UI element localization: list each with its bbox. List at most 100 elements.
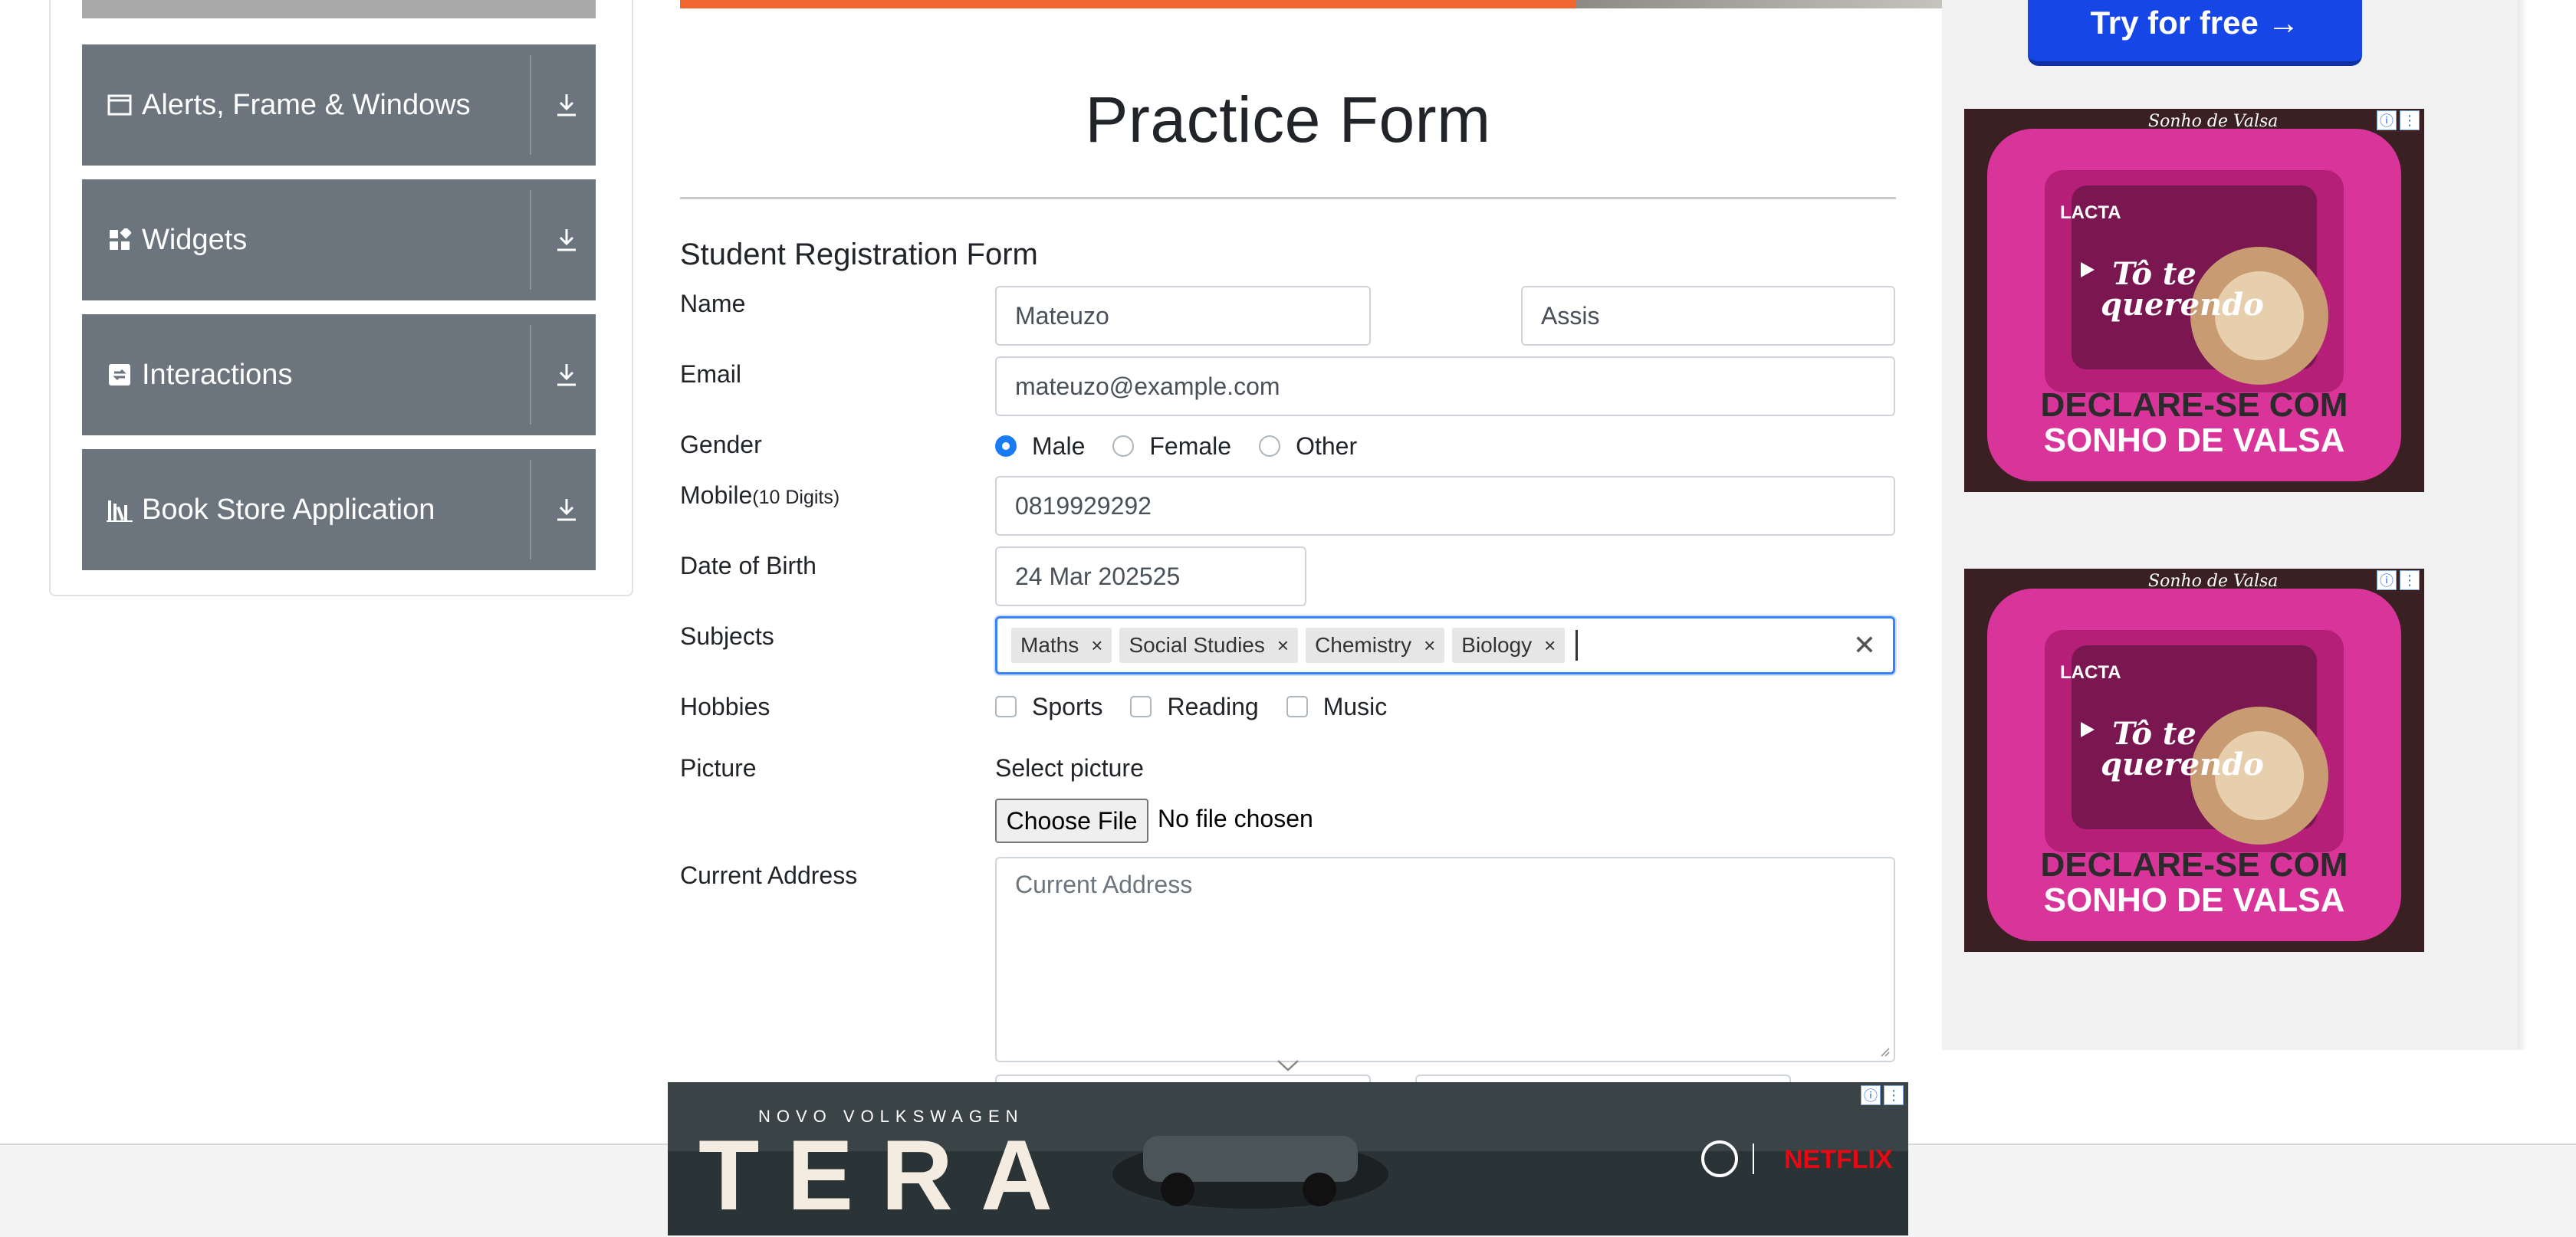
subject-chip: Biology × — [1452, 628, 1566, 663]
hobby-sports-label[interactable]: Sports — [1032, 693, 1102, 721]
chocolate-ad-2[interactable]: Sonho de Valsa LACTA Tô te querendo DECL… — [1964, 569, 2424, 952]
gender-radio-group: Male Female Other — [995, 428, 1385, 464]
bottom-banner-ad[interactable]: NOVO VOLKSWAGEN TERA NETFLIX ⓘ ⋮ — [668, 1082, 1908, 1235]
ad-maker: LACTA — [2060, 662, 2121, 683]
remove-chip-icon[interactable]: × — [1273, 628, 1298, 663]
select-picture-label: Select picture — [995, 754, 1144, 782]
ad-model-name: TERA — [698, 1119, 1080, 1231]
hobby-music-checkbox[interactable] — [1286, 696, 1308, 717]
download-icon[interactable] — [551, 179, 582, 300]
hobbies-label: Hobbies — [680, 693, 770, 720]
hobby-music-label[interactable]: Music — [1323, 693, 1388, 721]
last-name-value: Assis — [1541, 301, 1600, 330]
divider — [530, 460, 531, 559]
widgets-icon — [107, 227, 133, 253]
hobby-reading-checkbox[interactable] — [1130, 696, 1152, 717]
subject-chip: Chemistry × — [1306, 628, 1445, 663]
ad-slogan: Tô te querendo — [2101, 256, 2264, 323]
hobby-reading-label[interactable]: Reading — [1167, 693, 1258, 721]
gender-female-radio[interactable] — [1112, 435, 1135, 457]
subject-chip-label: Maths — [1020, 633, 1079, 657]
hobby-sports-checkbox[interactable] — [995, 696, 1017, 717]
email-input[interactable]: mateuzo@example.com — [995, 356, 1895, 416]
chevron-down-icon — [1277, 1060, 1299, 1071]
sidebar-item-alerts-frame-windows[interactable]: Alerts, Frame & Windows — [82, 44, 596, 166]
mobile-label-text: Mobile — [680, 481, 753, 509]
ad-maker: LACTA — [2060, 202, 2121, 223]
top-banner-strip — [680, 0, 1576, 8]
sidebar-collapsed-item[interactable] — [82, 0, 596, 18]
info-icon[interactable]: ⓘ — [2377, 570, 2397, 590]
dob-label: Date of Birth — [680, 552, 816, 579]
file-status: No file chosen — [1158, 805, 1313, 832]
email-label: Email — [680, 360, 742, 388]
download-icon[interactable] — [551, 449, 582, 570]
subjects-label: Subjects — [680, 622, 774, 650]
download-icon[interactable] — [551, 44, 582, 166]
more-icon[interactable]: ⋮ — [2400, 570, 2420, 590]
gender-female-label[interactable]: Female — [1149, 432, 1231, 461]
ad-choices-badge[interactable]: ⓘ ⋮ — [1861, 1085, 1904, 1105]
dob-input[interactable]: 24 Mar 202525 — [995, 546, 1306, 606]
current-address-label: Current Address — [680, 861, 858, 889]
ad-choices-badge[interactable]: ⓘ ⋮ — [2377, 110, 2420, 130]
first-name-input[interactable]: Mateuzo — [995, 286, 1371, 346]
ad-brand: Sonho de Valsa — [2148, 572, 2279, 591]
interactions-icon — [107, 362, 133, 388]
resize-grip-icon[interactable] — [1878, 1045, 1891, 1058]
current-address-placeholder: Current Address — [1015, 871, 1193, 898]
ad-partner: NETFLIX — [1784, 1145, 1893, 1174]
subject-chip: Maths × — [1011, 628, 1112, 663]
ad-headline-2: SONHO DE VALSA — [2043, 422, 2345, 459]
gender-male-label[interactable]: Male — [1032, 432, 1085, 461]
gender-other-label[interactable]: Other — [1296, 432, 1357, 461]
sidebar-item-label: Interactions — [142, 358, 293, 391]
sidebar-item-label: Widgets — [142, 223, 248, 256]
gender-male-radio[interactable] — [995, 435, 1017, 457]
page-title: Practice Form — [1085, 84, 1491, 156]
form-heading: Student Registration Form — [680, 238, 1038, 271]
ad-headline: DECLARE-SE COM — [2040, 846, 2348, 884]
email-value: mateuzo@example.com — [1015, 372, 1280, 400]
ad-brand: Sonho de Valsa — [2148, 112, 2279, 131]
chocolate-ad[interactable]: Sonho de Valsa LACTA Tô te querendo DECL… — [1964, 109, 2424, 492]
subjects-input[interactable]: Maths × Social Studies × Chemistry × Biolog… — [995, 616, 1895, 674]
last-name-input[interactable]: Assis — [1521, 286, 1895, 346]
title-divider — [680, 197, 1896, 199]
subject-chip-label: Biology — [1461, 633, 1533, 657]
ad-slogan: Tô te querendo — [2101, 716, 2264, 783]
info-icon[interactable]: ⓘ — [1861, 1085, 1881, 1105]
remove-chip-icon[interactable]: × — [1086, 628, 1112, 663]
subject-chip-label: Social Studies — [1129, 633, 1265, 657]
mobile-label: Mobile(10 Digits) — [680, 481, 840, 510]
sidebar-item-interactions[interactable]: Interactions — [82, 314, 596, 435]
more-icon[interactable]: ⋮ — [1884, 1085, 1904, 1105]
ad-headline-2: SONHO DE VALSA — [2043, 881, 2345, 919]
info-icon[interactable]: ⓘ — [2377, 110, 2397, 130]
mobile-hint: (10 Digits) — [752, 487, 840, 508]
sidebar-item-widgets[interactable]: Widgets — [82, 179, 596, 300]
remove-chip-icon[interactable]: × — [1539, 628, 1565, 663]
picture-label: Picture — [680, 754, 757, 782]
gender-other-radio[interactable] — [1259, 435, 1281, 457]
mobile-input[interactable]: 0819929292 — [995, 476, 1895, 536]
text-caret — [1576, 630, 1579, 661]
divider — [530, 55, 531, 155]
current-address-textarea[interactable]: Current Address — [995, 857, 1895, 1062]
bookstore-icon — [107, 497, 133, 523]
clear-all-icon[interactable]: ✕ — [1853, 618, 1876, 672]
sidebar-item-label: Book Store Application — [142, 493, 435, 526]
window-icon — [107, 92, 133, 118]
sidebar-item-book-store-application[interactable]: Book Store Application — [82, 449, 596, 570]
ad-choices-badge[interactable]: ⓘ ⋮ — [2377, 570, 2420, 590]
download-icon[interactable] — [551, 314, 582, 435]
try-for-free-button[interactable]: Try for free → — [2028, 0, 2362, 66]
hobbies-checkbox-group: Sports Reading Music — [995, 688, 1414, 725]
more-icon[interactable]: ⋮ — [2400, 110, 2420, 130]
mobile-value: 0819929292 — [1015, 491, 1152, 520]
subject-chip: Social Studies × — [1119, 628, 1299, 663]
choose-file-button[interactable]: Choose File — [995, 799, 1148, 843]
ad-headline: DECLARE-SE COM — [2040, 386, 2348, 424]
remove-chip-icon[interactable]: × — [1419, 628, 1444, 663]
dob-value: 24 Mar 202525 — [1015, 562, 1181, 590]
